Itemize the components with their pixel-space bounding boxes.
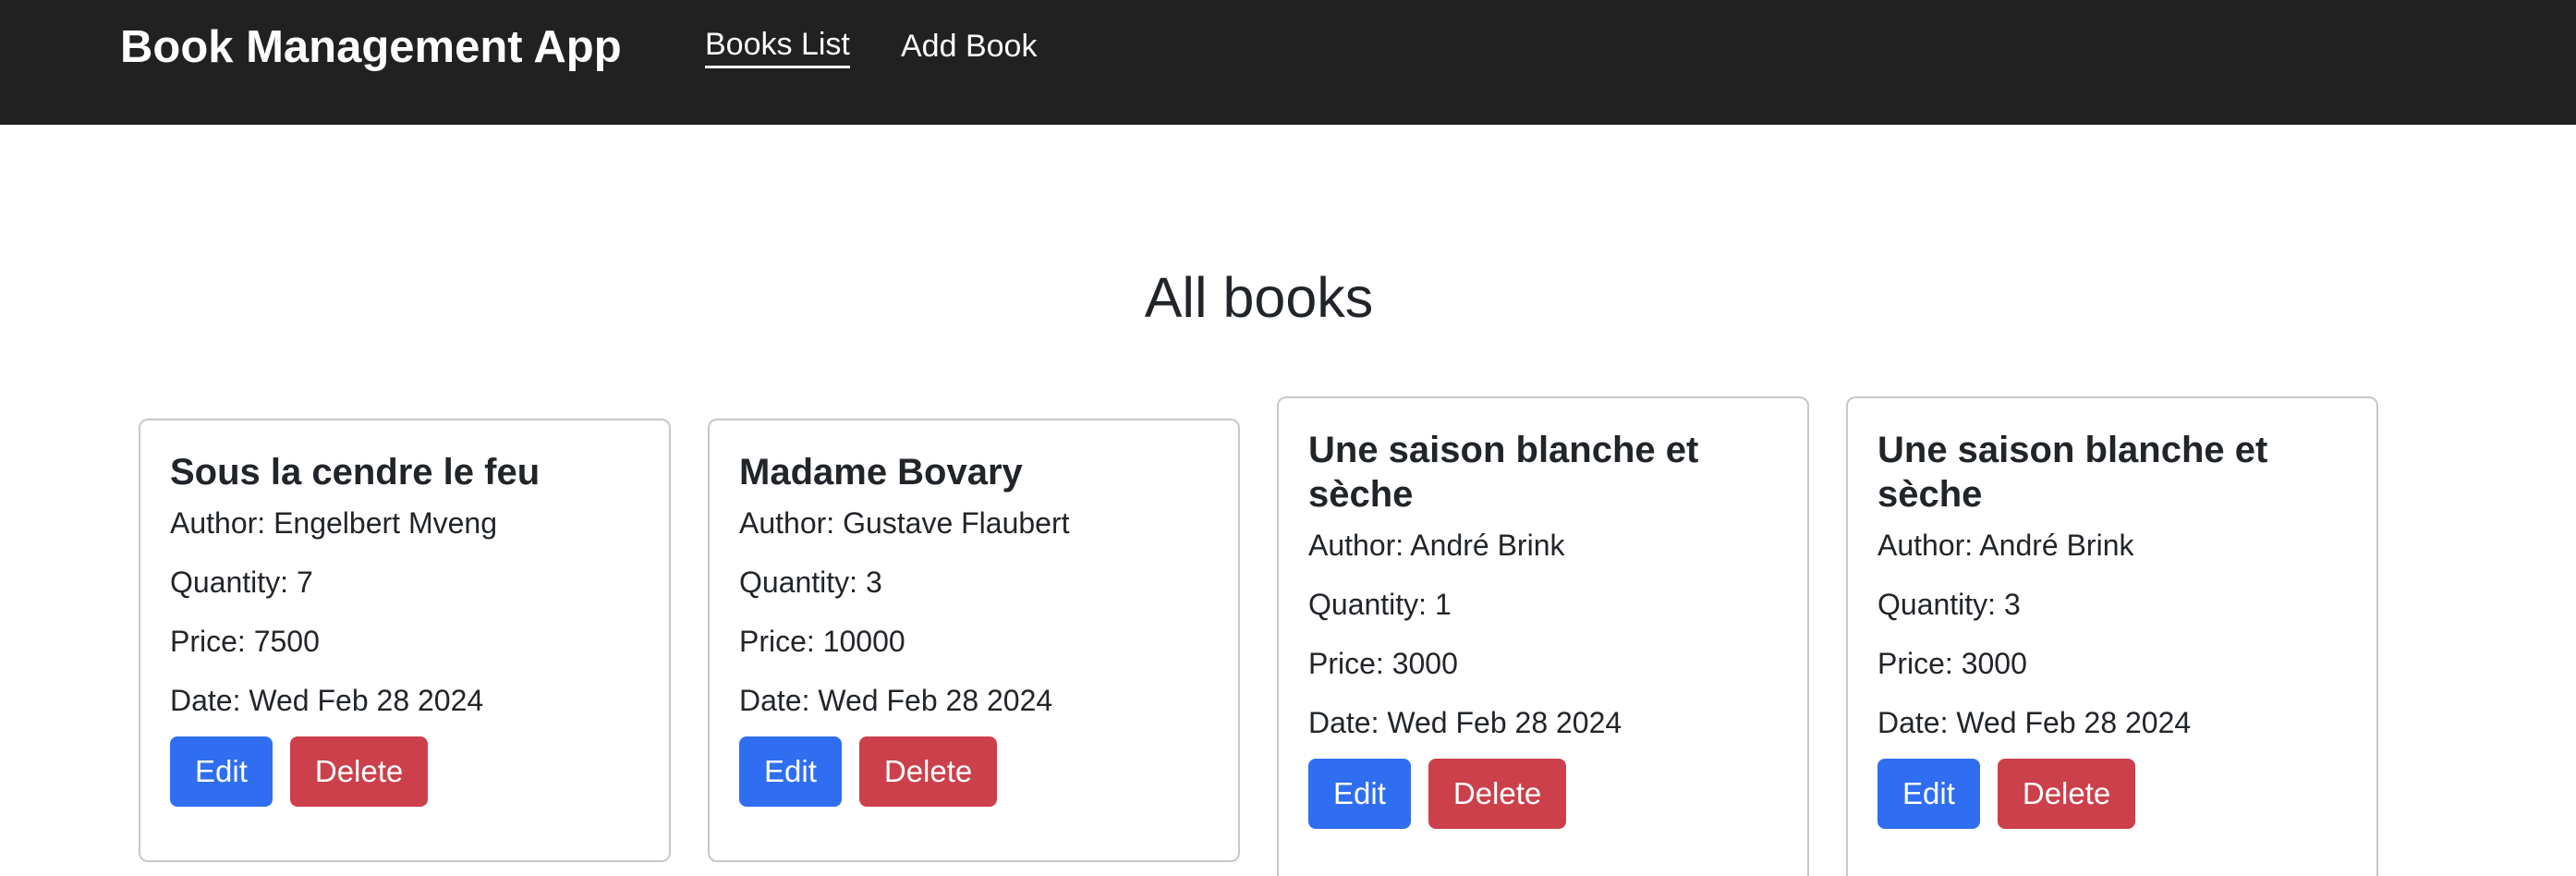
card-actions: Edit Delete [1877,759,2347,829]
brand-title[interactable]: Book Management App [120,17,622,78]
book-quantity: Quantity: 7 [170,566,313,599]
book-price: Price: 7500 [170,625,320,658]
book-author: Author: Gustave Flaubert [739,506,1070,540]
book-author: Author: Engelbert Mveng [170,506,497,540]
navbar: Book Management App Books List Add Book [0,0,2576,125]
delete-button[interactable]: Delete [1428,759,1567,829]
book-price: Price: 3000 [1877,647,2027,680]
card-actions: Edit Delete [170,736,639,807]
edit-button[interactable]: Edit [1877,759,1980,829]
book-quantity: Quantity: 3 [1877,588,2021,621]
book-title: Sous la cendre le feu [170,452,541,493]
book-date: Date: Wed Feb 28 2024 [739,684,1053,717]
delete-button[interactable]: Delete [1997,759,2136,829]
page-title: All books [1144,266,1374,329]
edit-button[interactable]: Edit [170,736,273,807]
book-card: Madame Bovary Author: Gustave Flaubert Q… [708,419,1240,862]
book-author: Author: André Brink [1308,529,1565,562]
edit-button[interactable]: Edit [739,736,842,807]
book-price: Price: 3000 [1308,647,1458,680]
book-card: Sous la cendre le feu Author: Engelbert … [139,419,671,862]
nav-link-books-list[interactable]: Books List [705,23,850,68]
book-card: Une saison blanche et sèche Author: Andr… [1846,396,2378,876]
book-date: Date: Wed Feb 28 2024 [170,684,484,717]
card-actions: Edit Delete [739,736,1209,807]
delete-button[interactable]: Delete [289,736,429,807]
book-date: Date: Wed Feb 28 2024 [1877,706,2192,739]
book-title: Une saison blanche et sèche [1308,430,1699,515]
delete-button[interactable]: Delete [858,736,998,807]
book-date: Date: Wed Feb 28 2024 [1308,706,1622,739]
book-author: Author: André Brink [1877,529,2134,562]
book-card: Une saison blanche et sèche Author: Andr… [1277,396,1809,876]
nav-link-add-book[interactable]: Add Book [901,23,1037,69]
book-quantity: Quantity: 1 [1308,588,1452,621]
edit-button[interactable]: Edit [1308,759,1411,829]
card-actions: Edit Delete [1308,759,1778,829]
book-price: Price: 10000 [739,625,905,658]
book-quantity: Quantity: 3 [739,566,882,599]
book-title: Une saison blanche et sèche [1877,430,2268,515]
book-title: Madame Bovary [739,452,1023,493]
